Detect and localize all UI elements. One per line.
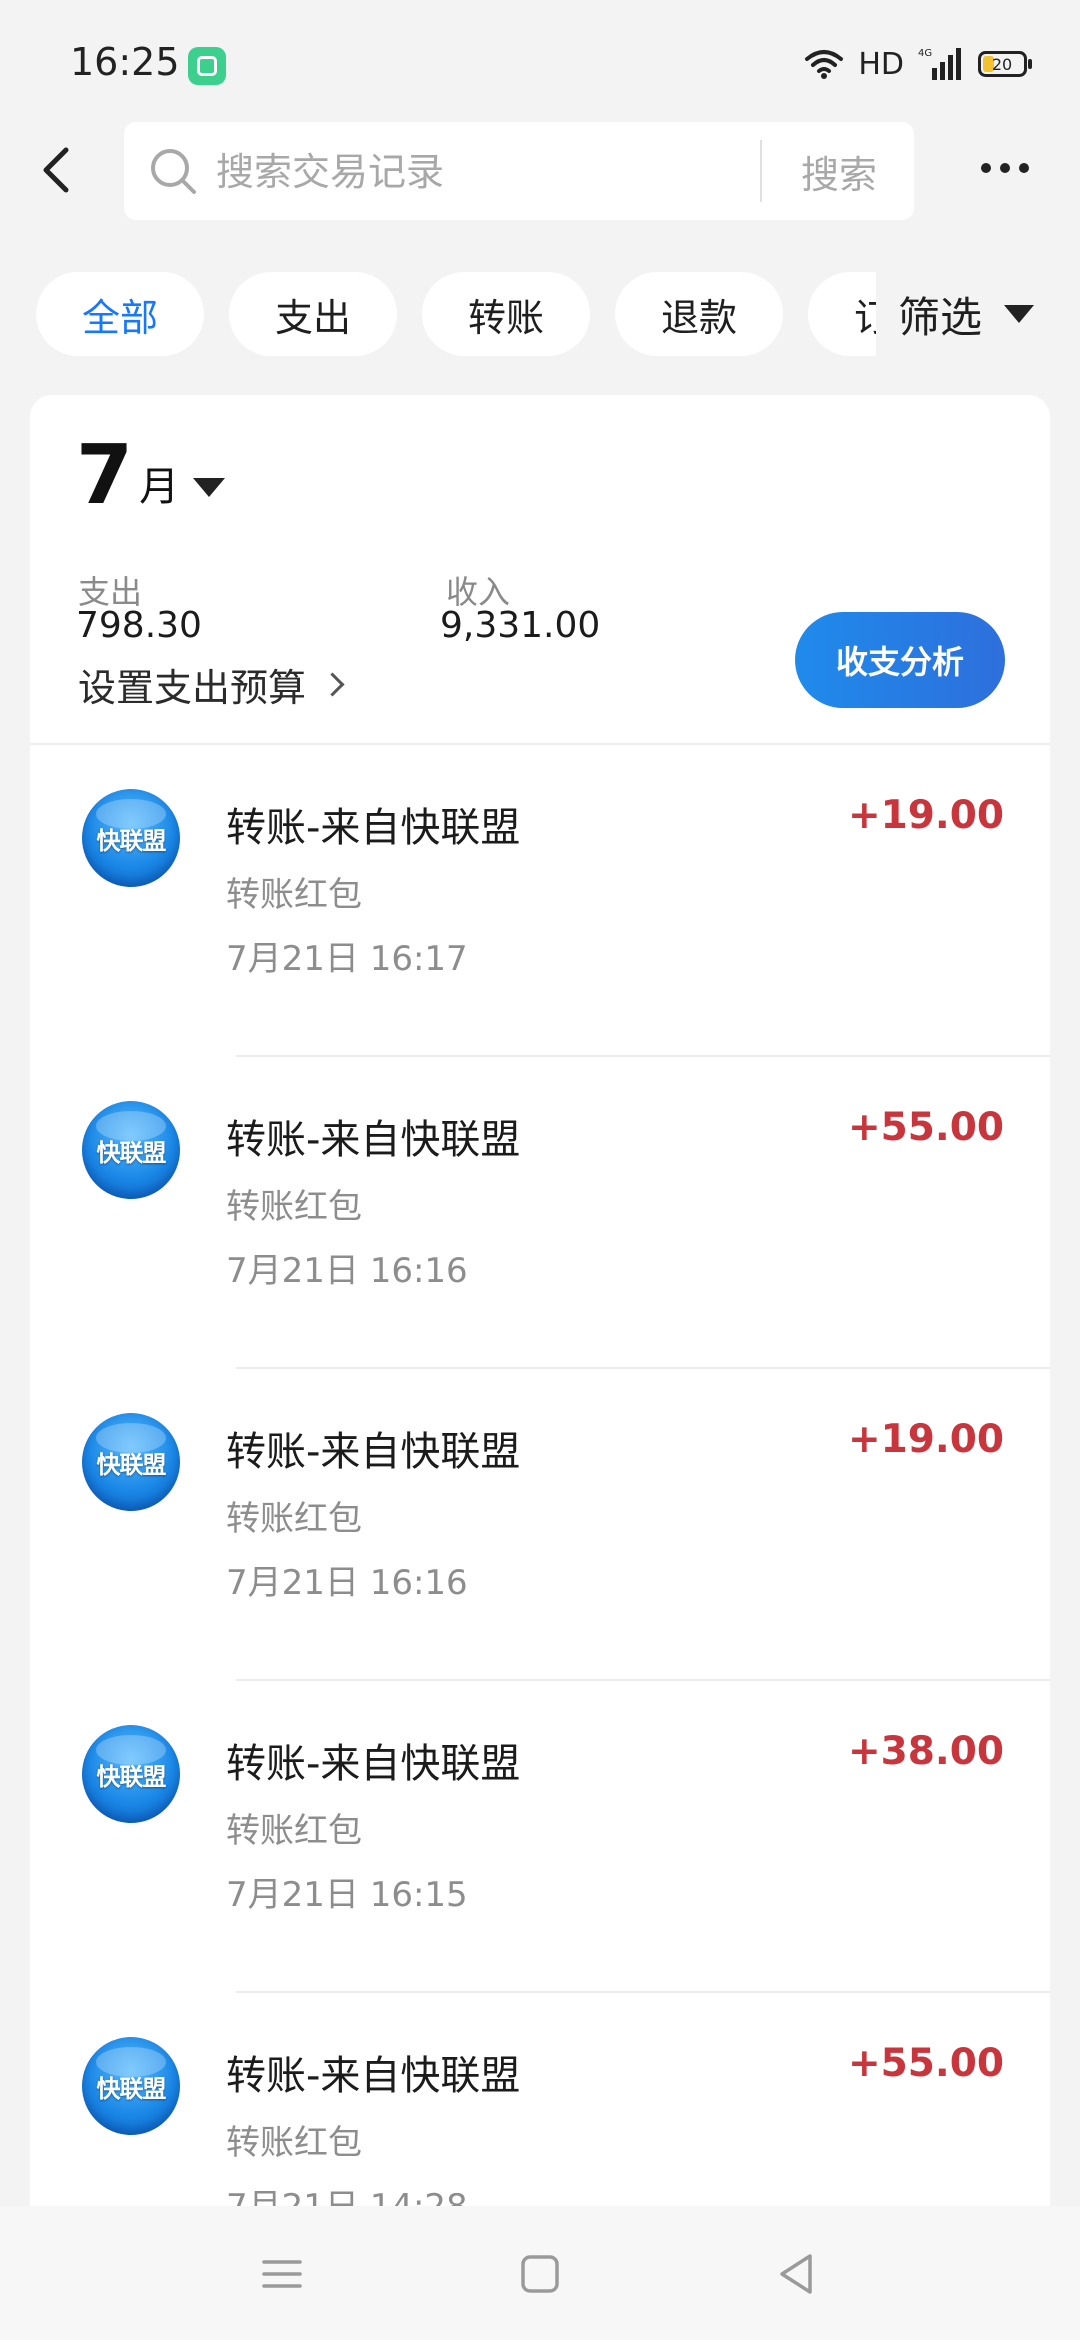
- month-picker[interactable]: 7 月: [76, 428, 226, 523]
- transaction-amount: +55.00: [847, 1105, 1004, 1150]
- caret-down-icon: [1004, 305, 1035, 323]
- transaction-amount: +19.00: [847, 1417, 1004, 1462]
- transaction-amount: +55.00: [847, 2041, 1004, 2086]
- caret-down-icon: [193, 478, 226, 497]
- income-value: 9,331.00: [440, 605, 601, 646]
- wifi-icon: [804, 48, 844, 80]
- search-button[interactable]: 搜索: [764, 122, 914, 220]
- income-expense-analysis-button[interactable]: 收支分析: [795, 612, 1005, 708]
- transaction-subtitle: 转账红包: [226, 875, 362, 915]
- network-type: HD: [858, 46, 904, 82]
- signal-icon: 4G: [918, 46, 964, 82]
- status-time: 16:25: [70, 40, 180, 84]
- transaction-title: 转账-来自快联盟: [226, 805, 521, 851]
- merchant-logo-icon: 快联盟: [82, 1101, 180, 1199]
- transaction-subtitle: 转账红包: [226, 1187, 362, 1227]
- home-icon[interactable]: [510, 2244, 570, 2304]
- chevron-right-icon: [320, 672, 345, 697]
- transaction-time: 7月21日 16:16: [226, 1563, 468, 1603]
- merchant-logo-icon: 快联盟: [82, 2037, 180, 2135]
- merchant-logo-icon: 快联盟: [82, 1725, 180, 1823]
- more-dot-icon: [981, 163, 991, 173]
- transactions-card: 7 月 支出 798.30 收入 9,331.00 设置支出预算 收支分析 快联…: [30, 395, 1050, 2340]
- transaction-amount: +19.00: [847, 793, 1004, 838]
- filter-chip-expense[interactable]: 支出: [229, 272, 397, 356]
- month-number: 7: [76, 428, 134, 523]
- system-nav-bar: [0, 2206, 1080, 2340]
- transaction-row[interactable]: 快联盟 转账-来自快联盟 转账红包 7月21日 16:15 +38.00: [30, 1681, 1050, 1993]
- search-icon: [148, 146, 200, 198]
- merchant-logo-icon: 快联盟: [82, 789, 180, 887]
- filter-chip-refund[interactable]: 退款: [615, 272, 783, 356]
- transaction-title: 转账-来自快联盟: [226, 2053, 521, 2099]
- svg-text:20: 20: [992, 55, 1012, 74]
- transaction-row[interactable]: 快联盟 转账-来自快联盟 转账红包 7月21日 16:17 +19.00: [30, 745, 1050, 1057]
- filter-chip-strip: 全部 支出 转账 退款 订单: [36, 272, 876, 358]
- search-divider: [760, 140, 762, 202]
- filter-chip-all[interactable]: 全部: [36, 272, 204, 356]
- more-dot-icon: [1000, 163, 1010, 173]
- battery-icon: 20: [978, 50, 1034, 78]
- transaction-subtitle: 转账红包: [226, 1811, 362, 1851]
- month-summary: 7 月 支出 798.30 收入 9,331.00 设置支出预算 收支分析: [30, 395, 1050, 745]
- status-indicators: HD 4G 20: [804, 44, 1034, 84]
- svg-text:4G: 4G: [918, 48, 932, 59]
- more-dot-icon: [1019, 163, 1029, 173]
- transaction-amount: +38.00: [847, 1729, 1004, 1774]
- filter-chip-order[interactable]: 订单: [808, 272, 876, 356]
- transaction-subtitle: 转账红包: [226, 1499, 362, 1539]
- menu-icon[interactable]: [252, 2244, 312, 2304]
- transaction-title: 转账-来自快联盟: [226, 1117, 521, 1163]
- month-unit: 月: [139, 464, 180, 510]
- filter-button[interactable]: 筛选: [880, 270, 1080, 358]
- search-box: 搜索: [124, 122, 914, 222]
- transaction-title: 转账-来自快联盟: [226, 1429, 521, 1475]
- set-budget-label: 设置支出预算: [78, 666, 307, 710]
- transaction-time: 7月21日 16:16: [226, 1251, 468, 1291]
- filter-label: 筛选: [898, 292, 983, 342]
- filter-row: 全部 支出 转账 退款 订单 筛选: [0, 270, 1080, 360]
- transaction-row[interactable]: 快联盟 转账-来自快联盟 转账红包 7月21日 16:16 +55.00: [30, 1057, 1050, 1369]
- back-icon[interactable]: [28, 140, 88, 200]
- transaction-time: 7月21日 16:15: [226, 1875, 468, 1915]
- search-row: 搜索: [0, 120, 1080, 225]
- transaction-row[interactable]: 快联盟 转账-来自快联盟 转账红包 7月21日 16:16 +19.00: [30, 1369, 1050, 1681]
- transaction-list: 快联盟 转账-来自快联盟 转账红包 7月21日 16:17 +19.00 快联盟…: [30, 745, 1050, 2305]
- set-budget-link[interactable]: 设置支出预算: [78, 657, 345, 712]
- expense-value: 798.30: [76, 605, 202, 646]
- back-triangle-icon[interactable]: [766, 2244, 826, 2304]
- app-notification-icon: [188, 47, 226, 85]
- transaction-subtitle: 转账红包: [226, 2123, 362, 2163]
- more-options-button[interactable]: [965, 138, 1045, 198]
- merchant-logo-icon: 快联盟: [82, 1413, 180, 1511]
- transaction-time: 7月21日 16:17: [226, 939, 468, 979]
- filter-chip-transfer[interactable]: 转账: [422, 272, 590, 356]
- status-bar: 16:25 HD 4G 20: [0, 0, 1080, 120]
- transaction-title: 转账-来自快联盟: [226, 1741, 521, 1787]
